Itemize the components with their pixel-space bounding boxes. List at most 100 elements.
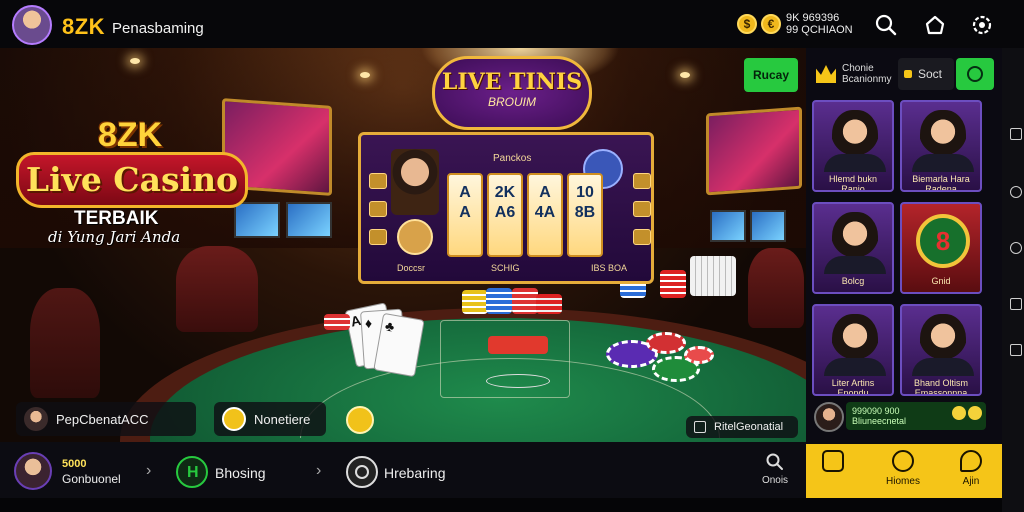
dealer-body [824, 358, 886, 376]
betting-icon[interactable] [346, 456, 378, 488]
search-icon [766, 453, 783, 470]
crown-label: Chonie Bcanionmy [842, 63, 892, 85]
tile-label: Biemarla Hara Radena [912, 174, 970, 192]
game-card[interactable]: A 4A [527, 173, 563, 257]
balance-line-2: 99 QCHIAON [786, 24, 853, 36]
wallet-icon [822, 450, 844, 472]
settings-icon[interactable] [969, 12, 995, 38]
info-pill-label: RitelGeonatial [714, 421, 784, 433]
game-card[interactable]: A A [447, 173, 483, 257]
square-nav-icon[interactable] [1010, 298, 1022, 310]
dealer-body [912, 154, 974, 172]
card-top: A [539, 184, 551, 201]
chip-stack [486, 288, 512, 314]
homes-button[interactable]: Hiomes [878, 450, 928, 487]
overlay-player-pill[interactable]: PepCbenatACC [16, 402, 196, 436]
dealer-body [912, 358, 974, 376]
promo-subheadline: TERBAIK [74, 208, 159, 229]
brand-logo[interactable]: 8ZK [62, 14, 105, 40]
recents-icon[interactable] [1010, 128, 1022, 140]
dealer-badge [397, 219, 433, 255]
filter-button[interactable] [956, 58, 994, 90]
panel-footer-left: Doccsr [397, 263, 426, 273]
game-card[interactable]: 10 8B [567, 173, 603, 257]
overlay-info-pill[interactable]: RitelGeonatial [686, 416, 798, 438]
gift-icon[interactable] [952, 406, 966, 420]
game-subtitle: BROUIM [488, 95, 536, 109]
sort-icon [904, 70, 912, 78]
home-icon[interactable] [922, 12, 948, 38]
dealer-portrait [391, 149, 439, 215]
account-amount: 5000 [62, 458, 87, 470]
panel-side-icon[interactable] [369, 229, 387, 245]
share-icon[interactable] [968, 406, 982, 420]
panel-side-icon[interactable] [369, 173, 387, 189]
chat-button[interactable]: Ajin [946, 450, 996, 487]
tile-label: Hlemd bukn Ranio [828, 174, 878, 192]
chevron-right-icon: › [316, 462, 322, 479]
game-title-sign[interactable]: LIVE TINIS BROUIM [432, 56, 592, 130]
card-top: 2K [494, 184, 516, 201]
account-label[interactable]: Gonbuonel [62, 472, 121, 486]
user-avatar[interactable] [12, 5, 52, 45]
promo-brand: 8ZK [98, 116, 163, 154]
system-nav-bar [1002, 48, 1024, 512]
game-tile[interactable]: Hlemd bukn Ranio [812, 100, 894, 192]
back-icon[interactable] [1010, 344, 1022, 356]
panel-side-icon[interactable] [633, 201, 651, 217]
sidebar-crown-item[interactable]: Chonie Bcanionmy [816, 58, 891, 90]
promo-headline: Live Casino [16, 152, 248, 208]
slot-machine-screen [286, 202, 332, 238]
game-tile[interactable]: Bhand Oltism Emassonnna [900, 304, 982, 396]
overlay-bonus-pill[interactable]: Nonetiere [214, 402, 326, 436]
panel-footer-right: IBS BOA [591, 263, 628, 273]
game-tile[interactable]: 8 Gnid [900, 202, 982, 294]
bottom-search-button[interactable]: Onois [760, 452, 790, 486]
card-bottom: 8B [574, 204, 596, 221]
search-icon[interactable] [873, 12, 899, 38]
card-top: A [459, 184, 471, 201]
card-bottom: 4A [534, 204, 556, 221]
ready-button[interactable]: Rucay [744, 58, 798, 92]
player-pill-label: PepCbenatACC [56, 411, 149, 427]
top-bar: 8ZK Penasbaming $ € 9K 969396 99 QCHIAON [0, 0, 1024, 48]
chip-stack [462, 290, 488, 314]
casino-chair [748, 248, 804, 328]
chip-stack [512, 288, 538, 314]
panel-footer-mid: SCHIG [491, 263, 520, 273]
tile-label: Gnid [931, 276, 951, 286]
tile-label: Bhand Oltism Emassonnna [913, 378, 969, 396]
nav-betting-label[interactable]: Hrebaring [384, 465, 445, 481]
chip-stack [536, 294, 562, 314]
filter-icon [967, 66, 983, 82]
nav-shopping-label[interactable]: Bhosing [215, 465, 266, 481]
sort-button[interactable]: Soct [898, 58, 954, 90]
game-card[interactable]: 2K A6 [487, 173, 523, 257]
wallet-button[interactable] [808, 450, 858, 476]
slot-machine-screen [750, 210, 786, 242]
game-tile[interactable]: Biemarla Hara Radena [900, 100, 982, 192]
panel-side-icon[interactable] [633, 229, 651, 245]
sidebar-user-avatar[interactable] [814, 402, 844, 432]
coin-icon[interactable] [346, 406, 374, 434]
sidebar-footer-text: 999090 900 Bliuneecnetal [852, 406, 906, 426]
panel-side-icon[interactable] [369, 201, 387, 217]
brand-subtitle: Penasbaming [112, 20, 204, 37]
footer-strip [0, 498, 1002, 512]
game-tile[interactable]: Bolcg [812, 202, 894, 294]
slot-machine-screen [710, 210, 746, 242]
shopping-icon[interactable]: H [176, 456, 208, 488]
ceiling-lamp [130, 58, 140, 64]
homes-label: Hiomes [886, 476, 920, 487]
panel-side-icon[interactable] [633, 173, 651, 189]
game-preview-panel[interactable]: Panckos A A 2K A6 A 4A 10 8B Doccsr SCHI… [358, 132, 654, 284]
ceiling-lamp [680, 72, 690, 78]
account-avatar[interactable] [14, 452, 52, 490]
live-casino-banner[interactable]: A♣ ♦ ♣ 8ZK Live Casino TERBAIK di Yung J… [0, 48, 806, 442]
circle-nav-icon[interactable] [1010, 242, 1022, 254]
balance-readout: 9K 969396 99 QCHIAON [786, 12, 853, 36]
game-tile[interactable]: Liter Artins Enondu [812, 304, 894, 396]
home-nav-icon[interactable] [1010, 186, 1022, 198]
promo-tagline: di Yung Jari Anda [48, 228, 181, 246]
felt-marker [488, 336, 548, 354]
